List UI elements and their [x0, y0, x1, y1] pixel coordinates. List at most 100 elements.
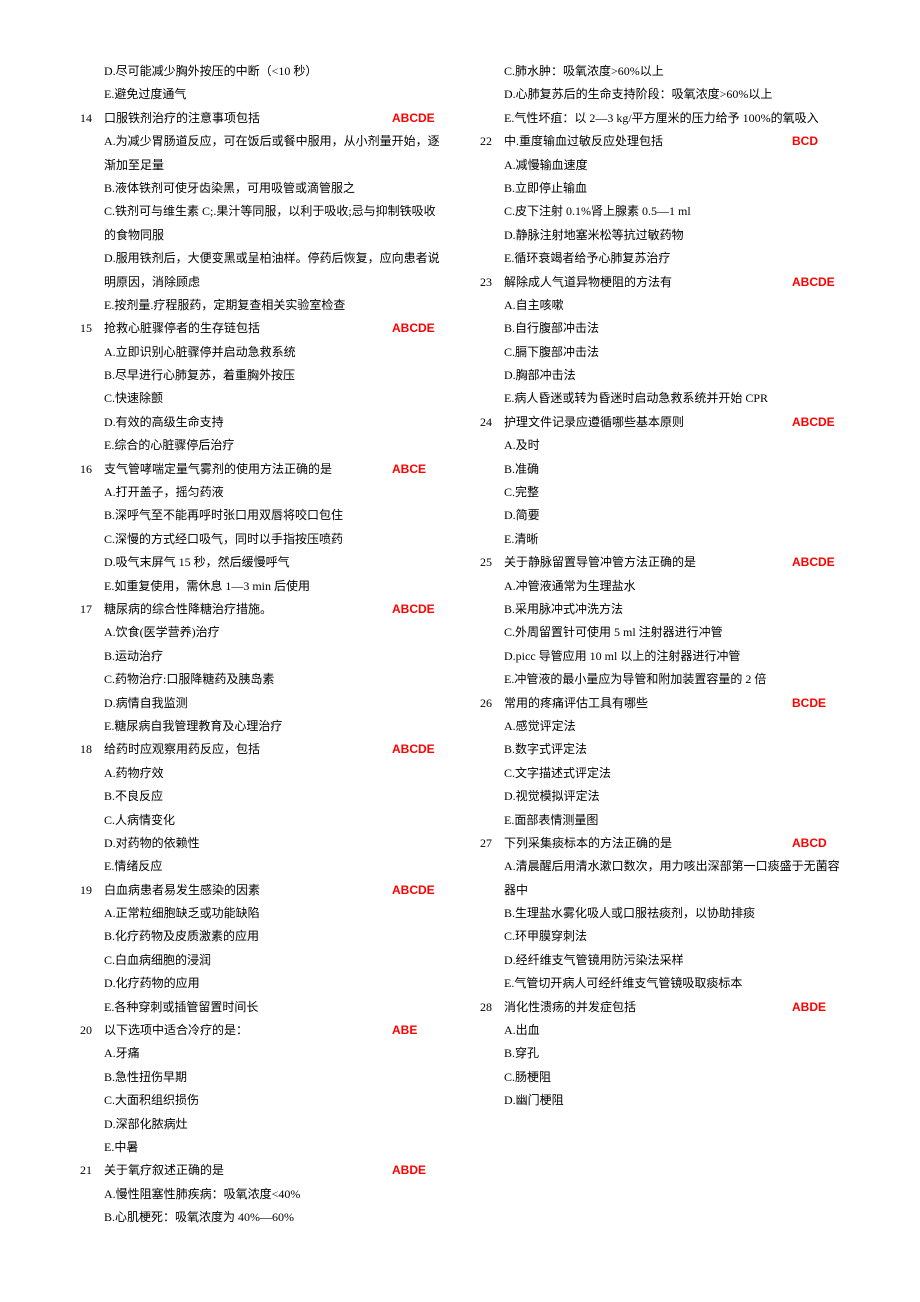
question-block: 26常用的疼痛评估工具有哪些BCDE — [480, 692, 840, 715]
option: B.运动治疗 — [80, 645, 440, 668]
answer-key: ABCDE — [392, 738, 440, 761]
option: D.服用铁剂后，大便变黑或呈柏油样。停药后恢复，应向患者说明原因，消除顾虑 — [80, 247, 440, 294]
option: B.准确 — [480, 458, 840, 481]
answer-key: ABCDE — [392, 879, 440, 902]
option: E.冲管液的最小量应为导管和附加装置容量的 2 倍 — [480, 668, 840, 691]
question-text: 关于静脉留置导管冲管方法正确的是 — [504, 551, 792, 574]
question-block: 17糖尿病的综合性降糖治疗措施。ABCDE — [80, 598, 440, 621]
option: C.肺水肿：吸氧浓度>60%以上 — [480, 60, 840, 83]
option: C.白血病细胞的浸润 — [80, 949, 440, 972]
answer-key: ABCDE — [792, 411, 840, 434]
question-row: 22中.重度输血过敏反应处理包括BCD — [480, 130, 840, 153]
question-row: 15抢救心脏骤停者的生存链包括ABCDE — [80, 317, 440, 340]
answer-key: ABE — [392, 1019, 440, 1042]
option: D.静脉注射地塞米松等抗过敏药物 — [480, 224, 840, 247]
option: D.幽门梗阻 — [480, 1089, 840, 1112]
option: D.心肺复苏后的生命支持阶段：吸氧浓度>60%以上 — [480, 83, 840, 106]
option: D.深部化脓病灶 — [80, 1113, 440, 1136]
question-block: 27下列采集痰标本的方法正确的是ABCD — [480, 832, 840, 855]
option: E.气性坏疽：以 2—3 kg/平方厘米的压力给予 100%的氧吸入 — [480, 107, 840, 130]
option: C.文字描述式评定法 — [480, 762, 840, 785]
question-text: 解除成人气道异物梗阻的方法有 — [504, 271, 792, 294]
question-row: 26常用的疼痛评估工具有哪些BCDE — [480, 692, 840, 715]
option: A.冲管液通常为生理盐水 — [480, 575, 840, 598]
question-row: 21关于氧疗叙述正确的是ABDE — [80, 1159, 440, 1182]
question-row: 14口服铁剂治疗的注意事项包括ABCDE — [80, 107, 440, 130]
question-block: 19白血病患者易发生感染的因素ABCDE — [80, 879, 440, 902]
answer-key: ABCDE — [392, 598, 440, 621]
option: B.急性扭伤早期 — [80, 1066, 440, 1089]
option: E.糖尿病自我管理教育及心理治疗 — [80, 715, 440, 738]
question-number: 16 — [80, 458, 104, 481]
question-number: 27 — [480, 832, 504, 855]
question-text: 支气管哮喘定量气雾剂的使用方法正确的是 — [104, 458, 392, 481]
question-block: 16支气管哮喘定量气雾剂的使用方法正确的是ABCE — [80, 458, 440, 481]
answer-key: ABCE — [392, 458, 440, 481]
option: E.气管切开病人可经纤维支气管镜吸取痰标本 — [480, 972, 840, 995]
question-number: 28 — [480, 996, 504, 1019]
option: D.简要 — [480, 504, 840, 527]
question-number: 26 — [480, 692, 504, 715]
question-number: 23 — [480, 271, 504, 294]
question-number: 15 — [80, 317, 104, 340]
option: B.化疗药物及皮质激素的应用 — [80, 925, 440, 948]
option: E.按剂量.疗程服药，定期复查相关实验室检查 — [80, 294, 440, 317]
answer-key: ABDE — [392, 1159, 440, 1182]
question-row: 20以下选项中适合冷疗的是：ABE — [80, 1019, 440, 1042]
question-block: 21关于氧疗叙述正确的是ABDE — [80, 1159, 440, 1182]
question-text: 给药时应观察用药反应，包括 — [104, 738, 392, 761]
question-text: 关于氧疗叙述正确的是 — [104, 1159, 392, 1182]
option: B.深呼气至不能再呼时张口用双唇将咬口包住 — [80, 504, 440, 527]
question-row: 28消化性溃疡的并发症包括ABDE — [480, 996, 840, 1019]
option: D.对药物的依赖性 — [80, 832, 440, 855]
question-block: 24护理文件记录应遵循哪些基本原则ABCDE — [480, 411, 840, 434]
option: E.清晰 — [480, 528, 840, 551]
option: D.化疗药物的应用 — [80, 972, 440, 995]
option: D.胸部冲击法 — [480, 364, 840, 387]
question-number: 21 — [80, 1159, 104, 1182]
option: D.picc 导管应用 10 ml 以上的注射器进行冲管 — [480, 645, 840, 668]
option: E.循环衰竭者给予心肺复苏治疗 — [480, 247, 840, 270]
option: A.立即识别心脏骤停并启动急救系统 — [80, 341, 440, 364]
question-block: 28消化性溃疡的并发症包括ABDE — [480, 996, 840, 1019]
question-number: 24 — [480, 411, 504, 434]
question-row: 18给药时应观察用药反应，包括ABCDE — [80, 738, 440, 761]
question-number: 14 — [80, 107, 104, 130]
option: C.肠梗阻 — [480, 1066, 840, 1089]
option: B.液体铁剂可使牙齿染黑，可用吸管或滴管服之 — [80, 177, 440, 200]
question-block: 22中.重度输血过敏反应处理包括BCD — [480, 130, 840, 153]
option: C.快速除颤 — [80, 387, 440, 410]
option: D.视觉模拟评定法 — [480, 785, 840, 808]
question-text: 常用的疼痛评估工具有哪些 — [504, 692, 792, 715]
option: E.各种穿刺或插管留置时间长 — [80, 996, 440, 1019]
question-number: 25 — [480, 551, 504, 574]
answer-key: BCD — [792, 130, 840, 153]
option: C.大面积组织损伤 — [80, 1089, 440, 1112]
option: D.经纤维支气管镜用防污染法采样 — [480, 949, 840, 972]
option: B.不良反应 — [80, 785, 440, 808]
question-number: 17 — [80, 598, 104, 621]
question-block: 23解除成人气道异物梗阻的方法有ABCDE — [480, 271, 840, 294]
option: C.完整 — [480, 481, 840, 504]
option: E.病人昏迷或转为昏迷时启动急救系统并开始 CPR — [480, 387, 840, 410]
option: B.自行腹部冲击法 — [480, 317, 840, 340]
option: A.及时 — [480, 434, 840, 457]
option: B.采用脉冲式冲洗方法 — [480, 598, 840, 621]
question-text: 消化性溃疡的并发症包括 — [504, 996, 792, 1019]
option: A.正常粒细胞缺乏或功能缺陷 — [80, 902, 440, 925]
option: B.立即停止输血 — [480, 177, 840, 200]
question-number: 18 — [80, 738, 104, 761]
option: E.综合的心脏骤停后治疗 — [80, 434, 440, 457]
question-block: 25关于静脉留置导管冲管方法正确的是ABCDE — [480, 551, 840, 574]
option: A.减慢输血速度 — [480, 154, 840, 177]
option: B.尽早进行心肺复苏，着重胸外按压 — [80, 364, 440, 387]
question-text: 护理文件记录应遵循哪些基本原则 — [504, 411, 792, 434]
question-number: 22 — [480, 130, 504, 153]
option: B.生理盐水雾化吸人或口服祛痰剂，以协助排痰 — [480, 902, 840, 925]
page-columns: D.尽可能减少胸外按压的中断（<10 秒） E.避免过度通气 14口服铁剂治疗的… — [80, 60, 840, 1242]
question-text: 白血病患者易发生感染的因素 — [104, 879, 392, 902]
option: A.清晨醒后用清水漱口数次，用力咳出深部第一口痰盛于无菌容器中 — [480, 855, 840, 902]
option: B.穿孔 — [480, 1042, 840, 1065]
option: D.尽可能减少胸外按压的中断（<10 秒） — [80, 60, 440, 83]
question-row: 25关于静脉留置导管冲管方法正确的是ABCDE — [480, 551, 840, 574]
